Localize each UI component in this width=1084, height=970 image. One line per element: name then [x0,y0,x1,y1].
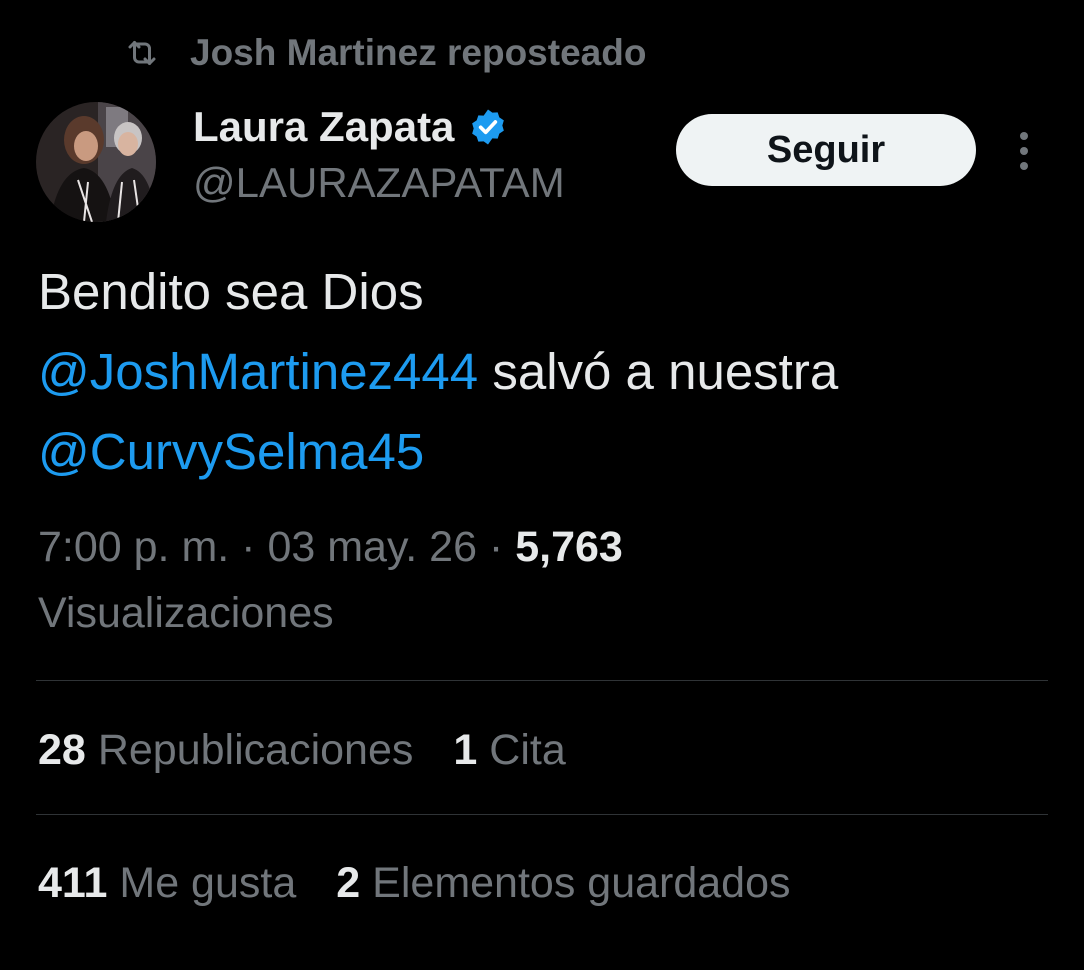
repost-text: Josh Martinez reposteado [190,32,647,73]
reposts-stat[interactable]: 28 Republicaciones [38,726,413,775]
quotes-stat[interactable]: 1 Cita [453,726,565,775]
tweet-line: @CurvySelma45 [38,412,1058,492]
follow-button[interactable]: Seguir [676,114,976,186]
more-options-icon[interactable] [1004,126,1044,176]
avatar[interactable] [36,102,156,222]
stats-row-likes: 411 Me gusta 2 Elementos guardados [38,853,831,913]
divider [36,814,1048,815]
tweet-line: @JoshMartinez444 salvó a nuestra [38,343,839,400]
likes-stat[interactable]: 411 Me gusta [38,859,296,908]
tweet-text: Bendito sea Dios @JoshMartinez444 salvó … [38,252,1058,492]
divider [36,680,1048,681]
mention-link[interactable]: @JoshMartinez444 [38,343,478,400]
tweet-date[interactable]: 03 may. 26 [267,523,477,571]
verified-badge-icon [472,109,505,145]
author-handle[interactable]: @LAURAZAPATAM [193,158,565,208]
tweet-metadata: 7:00 p. m. · 03 may. 26 · 5,763 Visualiz… [38,523,623,637]
views-label: Visualizaciones [38,589,334,637]
repost-icon [122,33,162,73]
bookmarks-stat[interactable]: 2 Elementos guardados [336,859,790,908]
repost-indicator[interactable]: Josh Martinez reposteado [122,28,646,78]
author-display-name[interactable]: Laura Zapata [193,103,454,151]
tweet-line: Bendito sea Dios [38,263,424,320]
mention-link[interactable]: @CurvySelma45 [38,423,424,480]
views-count: 5,763 [515,523,623,571]
stats-row-reposts: 28 Republicaciones 1 Cita [38,720,606,780]
author-name-row[interactable]: Laura Zapata [193,102,508,152]
tweet-time[interactable]: 7:00 p. m. [38,523,229,571]
